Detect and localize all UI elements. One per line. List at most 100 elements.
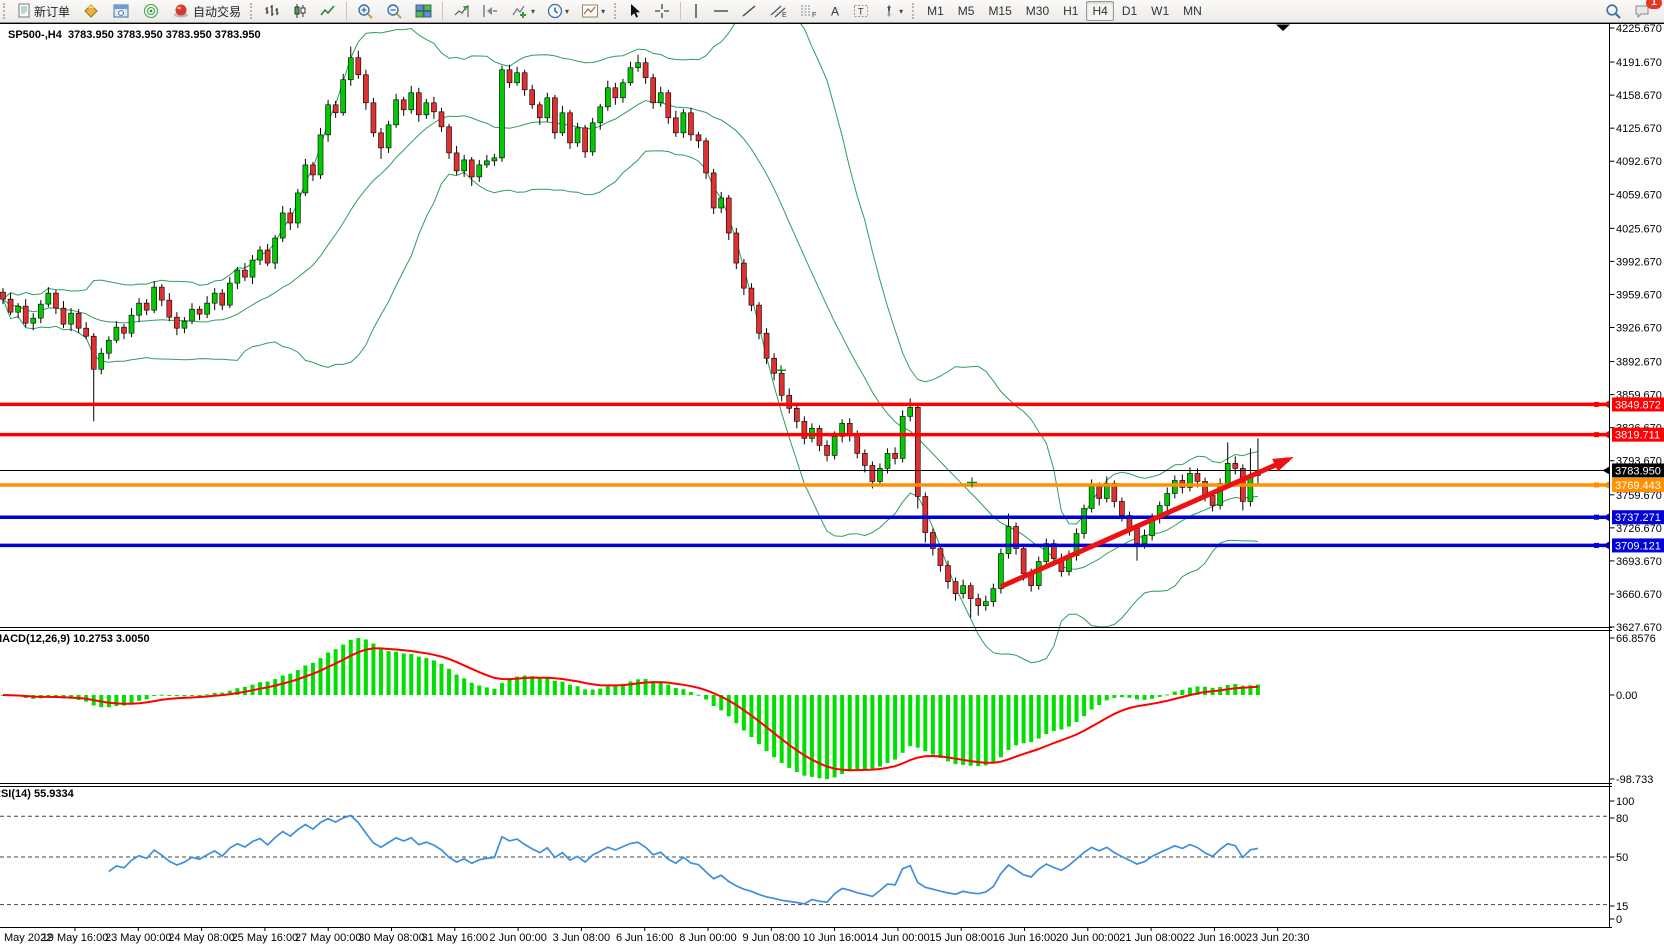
templates-icon — [581, 3, 599, 19]
market-window-button[interactable] — [107, 0, 135, 22]
text-button[interactable]: A — [824, 0, 846, 22]
candles — [1, 47, 1261, 618]
timeframe-button-h4[interactable]: H4 — [1086, 1, 1113, 21]
chart-shift-marker[interactable] — [1276, 25, 1290, 32]
new-order-label: 新订单 — [34, 3, 70, 20]
trade-entry-marker — [776, 365, 786, 375]
svg-text:3849.872: 3849.872 — [1615, 399, 1661, 411]
indicators-button[interactable]: ▾ — [506, 0, 540, 22]
svg-text:E: E — [782, 12, 787, 19]
search-button[interactable] — [1600, 0, 1627, 22]
zoom-in-button[interactable] — [352, 0, 379, 22]
level-lines — [0, 365, 1610, 586]
price-tick: 3926.670 — [1616, 323, 1662, 335]
chart-window[interactable]: SP500-,H4 3783.950 3783.950 3783.950 378… — [0, 23, 1664, 945]
rsi-tick: 0 — [1616, 914, 1622, 926]
toolbar-grip[interactable] — [912, 3, 917, 19]
fibonacci-icon: F — [799, 3, 817, 19]
time-label: 3 Jun 08:00 — [553, 932, 611, 944]
crosshair-button[interactable] — [649, 0, 675, 22]
trendline-button[interactable] — [736, 0, 762, 22]
price-tick: 4158.670 — [1616, 90, 1662, 102]
tile-windows-icon — [415, 3, 432, 19]
time-axis[interactable]: May 202219 May 16:0023 May 00:0024 May 0… — [4, 928, 1310, 945]
chart-shift-button[interactable] — [477, 0, 504, 22]
price-tick: 4092.670 — [1616, 156, 1662, 168]
cursor-button[interactable] — [623, 0, 647, 22]
notification-badge: 1 — [1646, 0, 1662, 9]
chart-canvas[interactable]: 4225.6704191.6704158.6704125.6704092.670… — [0, 23, 1664, 945]
toolbar-grip[interactable] — [3, 3, 8, 19]
toolbar-grip[interactable] — [614, 3, 619, 19]
price-tick: 4225.670 — [1616, 23, 1662, 35]
notifications-button[interactable]: 1 — [1629, 0, 1657, 22]
price-tick: 3992.670 — [1616, 256, 1662, 268]
time-label: 23 Jun 20:30 — [1246, 932, 1310, 944]
time-label: 16 Jun 16:00 — [993, 932, 1057, 944]
trend-arrow-head — [1272, 457, 1293, 472]
channel-button[interactable]: E — [764, 0, 792, 22]
templates-button[interactable]: ▾ — [576, 0, 610, 22]
vertical-line-button[interactable] — [686, 0, 706, 22]
time-label: 25 May 16:00 — [232, 932, 299, 944]
rsi-tick: 50 — [1616, 852, 1628, 864]
arrows-tool-button[interactable]: ▾ — [876, 0, 908, 22]
timeframe-button-w1[interactable]: W1 — [1145, 1, 1175, 21]
rsi-tick: 80 — [1616, 813, 1628, 825]
timeframe-button-m1[interactable]: M1 — [921, 1, 950, 21]
signals-button[interactable] — [137, 0, 165, 22]
rsi-indicator-label: RSI(14) 55.9334 — [0, 788, 74, 800]
text-icon: A — [829, 3, 841, 19]
line-chart-button[interactable] — [315, 0, 341, 22]
timeframe-button-d1[interactable]: D1 — [1116, 1, 1143, 21]
auto-trading-button[interactable]: 自动交易 — [167, 0, 246, 22]
svg-text:T: T — [858, 7, 864, 17]
auto-scroll-button[interactable] — [448, 0, 475, 22]
signals-radar-icon — [142, 3, 160, 19]
price-tick: 3726.670 — [1616, 523, 1662, 535]
time-label: 2 Jun 00:00 — [489, 932, 547, 944]
bar-chart-icon — [264, 3, 280, 19]
periods-button[interactable]: ▾ — [542, 0, 574, 22]
price-tick: 3959.670 — [1616, 289, 1662, 301]
tile-windows-button[interactable] — [410, 0, 437, 22]
bar-chart-button[interactable] — [259, 0, 285, 22]
macd-indicator-label: MACD(12,26,9) 10.2753 3.0050 — [0, 633, 150, 645]
zoom-out-button[interactable] — [381, 0, 408, 22]
timeframe-button-m30[interactable]: M30 — [1020, 1, 1055, 21]
timeframe-button-h1[interactable]: H1 — [1057, 1, 1084, 21]
text-label-button[interactable]: T — [848, 0, 874, 22]
price-tick: 3660.670 — [1616, 589, 1662, 601]
price-tick: 3693.670 — [1616, 556, 1662, 568]
price-tick: 3892.670 — [1616, 357, 1662, 369]
time-label: 30 May 08:00 — [358, 932, 425, 944]
main-toolbar: 新订单 自动交易 ▾ ▾ ▾ E F A T ▾ M1M5M15M30H1H4D… — [0, 0, 1664, 23]
svg-text:3737.271: 3737.271 — [1615, 512, 1661, 524]
time-label: 31 May 16:00 — [421, 932, 488, 944]
upper-band — [3, 23, 1258, 524]
timeframe-button-m5[interactable]: M5 — [952, 1, 981, 21]
crosshair-icon — [654, 3, 670, 19]
timeframe-button-mn[interactable]: MN — [1177, 1, 1208, 21]
rsi-tick: 15 — [1616, 901, 1628, 913]
lower-band — [3, 151, 1258, 663]
gold-diamond-button[interactable] — [77, 0, 105, 22]
toolbar-grip[interactable] — [250, 3, 255, 19]
timeframe-button-m15[interactable]: M15 — [982, 1, 1017, 21]
search-icon — [1605, 3, 1622, 19]
time-label: 19 May 16:00 — [42, 932, 109, 944]
middle-band — [3, 101, 1258, 570]
candle-chart-button[interactable] — [287, 0, 313, 22]
indicators-icon — [511, 3, 529, 19]
cursor-icon — [628, 3, 642, 19]
new-order-button[interactable]: 新订单 — [12, 0, 75, 22]
fibonacci-button[interactable]: F — [794, 0, 822, 22]
price-tick: 4191.670 — [1616, 57, 1662, 69]
macd-tick: 66.8576 — [1616, 633, 1656, 645]
price-axis[interactable]: 4225.6704191.6704158.6704125.6704092.670… — [1603, 23, 1664, 926]
svg-text:3783.950: 3783.950 — [1615, 465, 1661, 477]
macd-panel — [1, 638, 1260, 779]
horizontal-line-button[interactable] — [708, 0, 734, 22]
time-label: 8 Jun 00:00 — [679, 932, 737, 944]
rsi-line — [109, 816, 1258, 904]
